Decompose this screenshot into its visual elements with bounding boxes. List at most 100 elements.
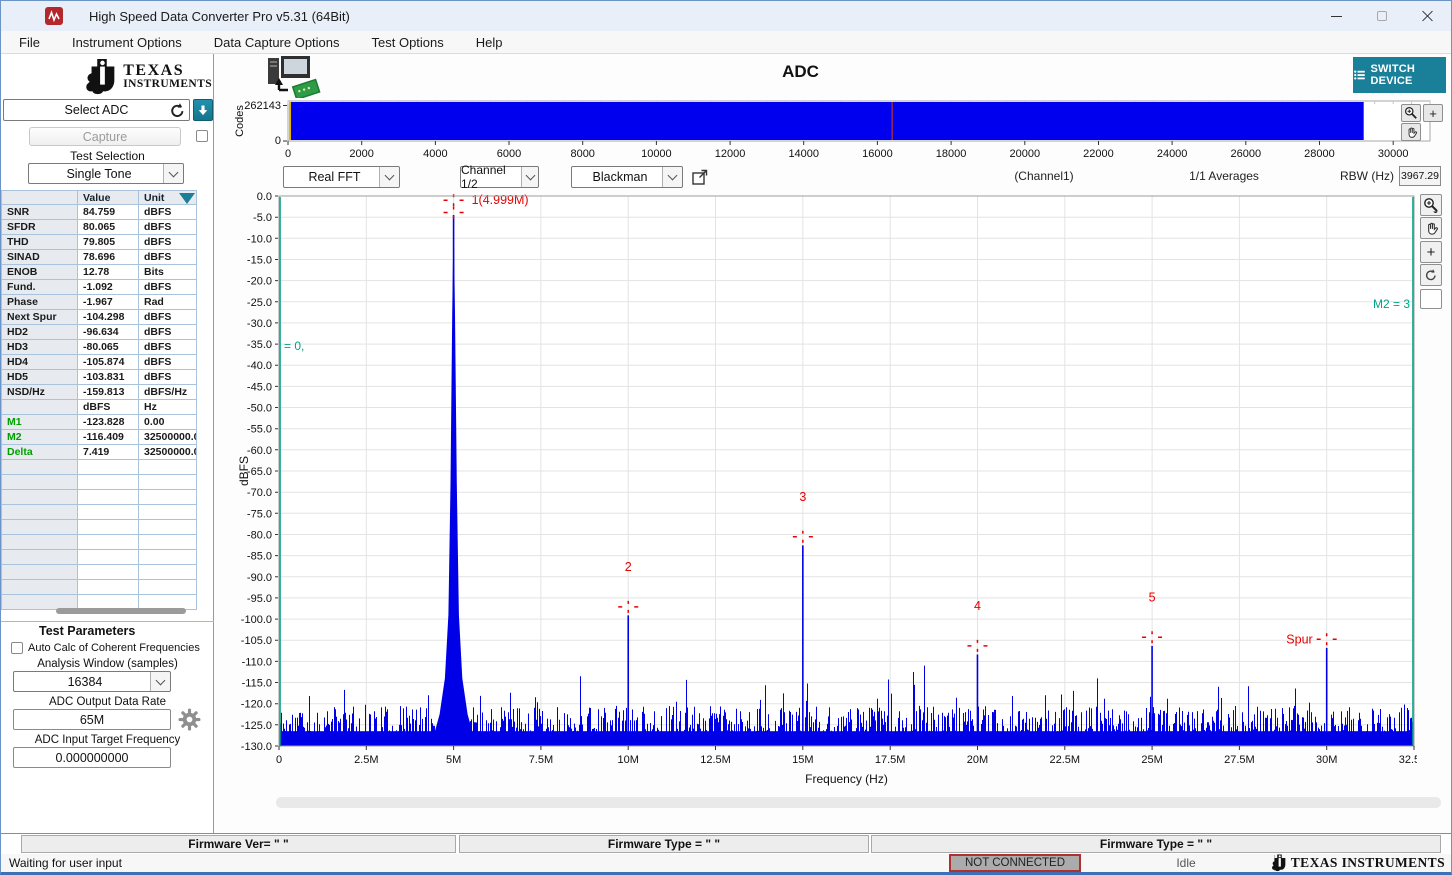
row-value: 12.78	[78, 265, 139, 280]
svg-text:28000: 28000	[1304, 148, 1335, 160]
codes-pan-button[interactable]	[1401, 123, 1421, 141]
table-row: HD2-96.634dBFS	[2, 325, 197, 340]
row-unit	[139, 505, 197, 520]
row-label	[2, 191, 78, 205]
row-unit	[139, 550, 197, 565]
page-title: ADC	[782, 62, 819, 82]
channel-dropdown[interactable]: Channel 1/2	[460, 166, 539, 188]
select-adc-combobox[interactable]: Select ADC	[3, 99, 190, 121]
row-unit: dBFS	[139, 220, 197, 235]
row-unit: dBFS/Hz	[139, 385, 197, 400]
capture-checkbox[interactable]	[196, 130, 208, 142]
analysis-window-dropdown[interactable]: 16384	[13, 671, 171, 692]
svg-text:Codes: Codes	[234, 105, 246, 137]
auto-calc-checkbox[interactable]	[11, 642, 23, 654]
row-label: SNR	[2, 205, 78, 220]
rbw-value: 3967.29	[1399, 166, 1441, 186]
row-label: ENOB	[2, 265, 78, 280]
menu-item-instrument-options[interactable]: Instrument Options	[62, 33, 192, 52]
pc-transfer-icon	[266, 56, 324, 103]
app-window: High Speed Data Converter Pro v5.31 (64B…	[0, 0, 1452, 875]
capture-button[interactable]: Capture	[29, 127, 181, 146]
svg-text:2.5M: 2.5M	[354, 754, 378, 766]
menu-item-test-options[interactable]: Test Options	[362, 33, 454, 52]
fft-h-scrollbar[interactable]	[276, 797, 1441, 808]
row-unit: Rad	[139, 295, 197, 310]
table-h-scrollbar[interactable]	[56, 608, 186, 614]
svg-text:30000: 30000	[1378, 148, 1409, 160]
row-unit: 0.00	[139, 415, 197, 430]
test-selection-dropdown[interactable]: Single Tone	[28, 163, 184, 184]
fft-blank-button[interactable]	[1420, 289, 1442, 309]
svg-text:1(4.999M): 1(4.999M)	[472, 193, 529, 207]
fft-chart[interactable]: 1(4.999M)2345Spur= 0,M2 = 30.0-5.0-10.0-…	[235, 191, 1417, 791]
chevron-down-icon	[385, 171, 395, 181]
row-label: HD2	[2, 325, 78, 340]
row-value: -104.298	[78, 310, 139, 325]
fft-zoom-button[interactable]	[1420, 194, 1442, 216]
filter-icon[interactable]	[179, 193, 195, 204]
row-label: SINAD	[2, 250, 78, 265]
svg-text:25M: 25M	[1141, 754, 1162, 766]
row-value	[78, 475, 139, 490]
svg-text:-45.0: -45.0	[247, 381, 272, 393]
ti-brand-footer: TEXAS INSTRUMENTS	[1271, 854, 1445, 872]
svg-text:-85.0: -85.0	[247, 551, 272, 563]
device-download-button[interactable]	[193, 99, 213, 121]
row-unit: Bits	[139, 265, 197, 280]
svg-text:0: 0	[276, 754, 282, 766]
settings-gear-button[interactable]	[177, 707, 202, 737]
row-value: -1.967	[78, 295, 139, 310]
row-value: -96.634	[78, 325, 139, 340]
svg-text:12.5M: 12.5M	[700, 754, 731, 766]
row-value: -105.874	[78, 355, 139, 370]
table-row: HD4-105.874dBFS	[2, 355, 197, 370]
codes-chart[interactable]: 0200040006000800010000120001400016000180…	[227, 97, 1433, 161]
svg-text:-10.0: -10.0	[247, 233, 272, 245]
fft-reset-button[interactable]	[1420, 264, 1442, 286]
fft-type-dropdown[interactable]: Real FFT	[283, 166, 400, 188]
popout-icon[interactable]	[691, 168, 709, 186]
list-icon	[1353, 67, 1366, 83]
minimize-button[interactable]	[1313, 1, 1359, 31]
row-value: 79.805	[78, 235, 139, 250]
row-value	[78, 565, 139, 580]
menu-item-data-capture-options[interactable]: Data Capture Options	[204, 33, 350, 52]
ti-bug-icon	[84, 58, 120, 96]
output-rate-input[interactable]: 65M	[13, 709, 171, 730]
row-label: SFDR	[2, 220, 78, 235]
svg-text:-50.0: -50.0	[247, 403, 272, 415]
fft-crosshair-button[interactable]: +	[1420, 241, 1442, 263]
svg-text:10M: 10M	[618, 754, 639, 766]
codes-zoom-button[interactable]	[1401, 104, 1421, 122]
svg-text:32.5M: 32.5M	[1399, 754, 1417, 766]
menu-item-help[interactable]: Help	[466, 33, 513, 52]
connection-badge: NOT CONNECTED	[949, 854, 1081, 872]
table-row	[2, 505, 197, 520]
svg-text:5M: 5M	[446, 754, 461, 766]
svg-text:dBFS: dBFS	[237, 456, 251, 486]
table-row: M2-116.40932500000.0	[2, 430, 197, 445]
switch-device-button[interactable]: SWITCH DEVICE	[1353, 57, 1446, 93]
ti-bug-icon	[1271, 854, 1288, 872]
analysis-window-label: Analysis Window (samples)	[1, 658, 214, 670]
main-panel: ADC SWITCH DEVICE 0200040006000800010000…	[214, 54, 1451, 833]
refresh-icon[interactable]	[169, 102, 186, 122]
svg-text:4: 4	[974, 599, 981, 613]
svg-text:-15.0: -15.0	[247, 254, 272, 266]
table-row: dBFSHz	[2, 400, 197, 415]
window-dropdown[interactable]: Blackman	[571, 166, 683, 188]
svg-text:6000: 6000	[497, 148, 521, 160]
window-title: High Speed Data Converter Pro v5.31 (64B…	[89, 9, 350, 24]
svg-text:-25.0: -25.0	[247, 297, 272, 309]
close-button[interactable]	[1405, 1, 1451, 31]
maximize-button[interactable]	[1359, 1, 1405, 31]
channel-note: (Channel1)	[974, 169, 1114, 183]
svg-text:26000: 26000	[1231, 148, 1262, 160]
menu-item-file[interactable]: File	[9, 33, 50, 52]
switch-device-label: SWITCH DEVICE	[1370, 63, 1446, 87]
codes-crosshair-button[interactable]: +	[1423, 104, 1443, 122]
input-freq-input[interactable]: 0.000000000	[13, 747, 171, 768]
table-row	[2, 535, 197, 550]
fft-pan-button[interactable]	[1420, 217, 1442, 239]
